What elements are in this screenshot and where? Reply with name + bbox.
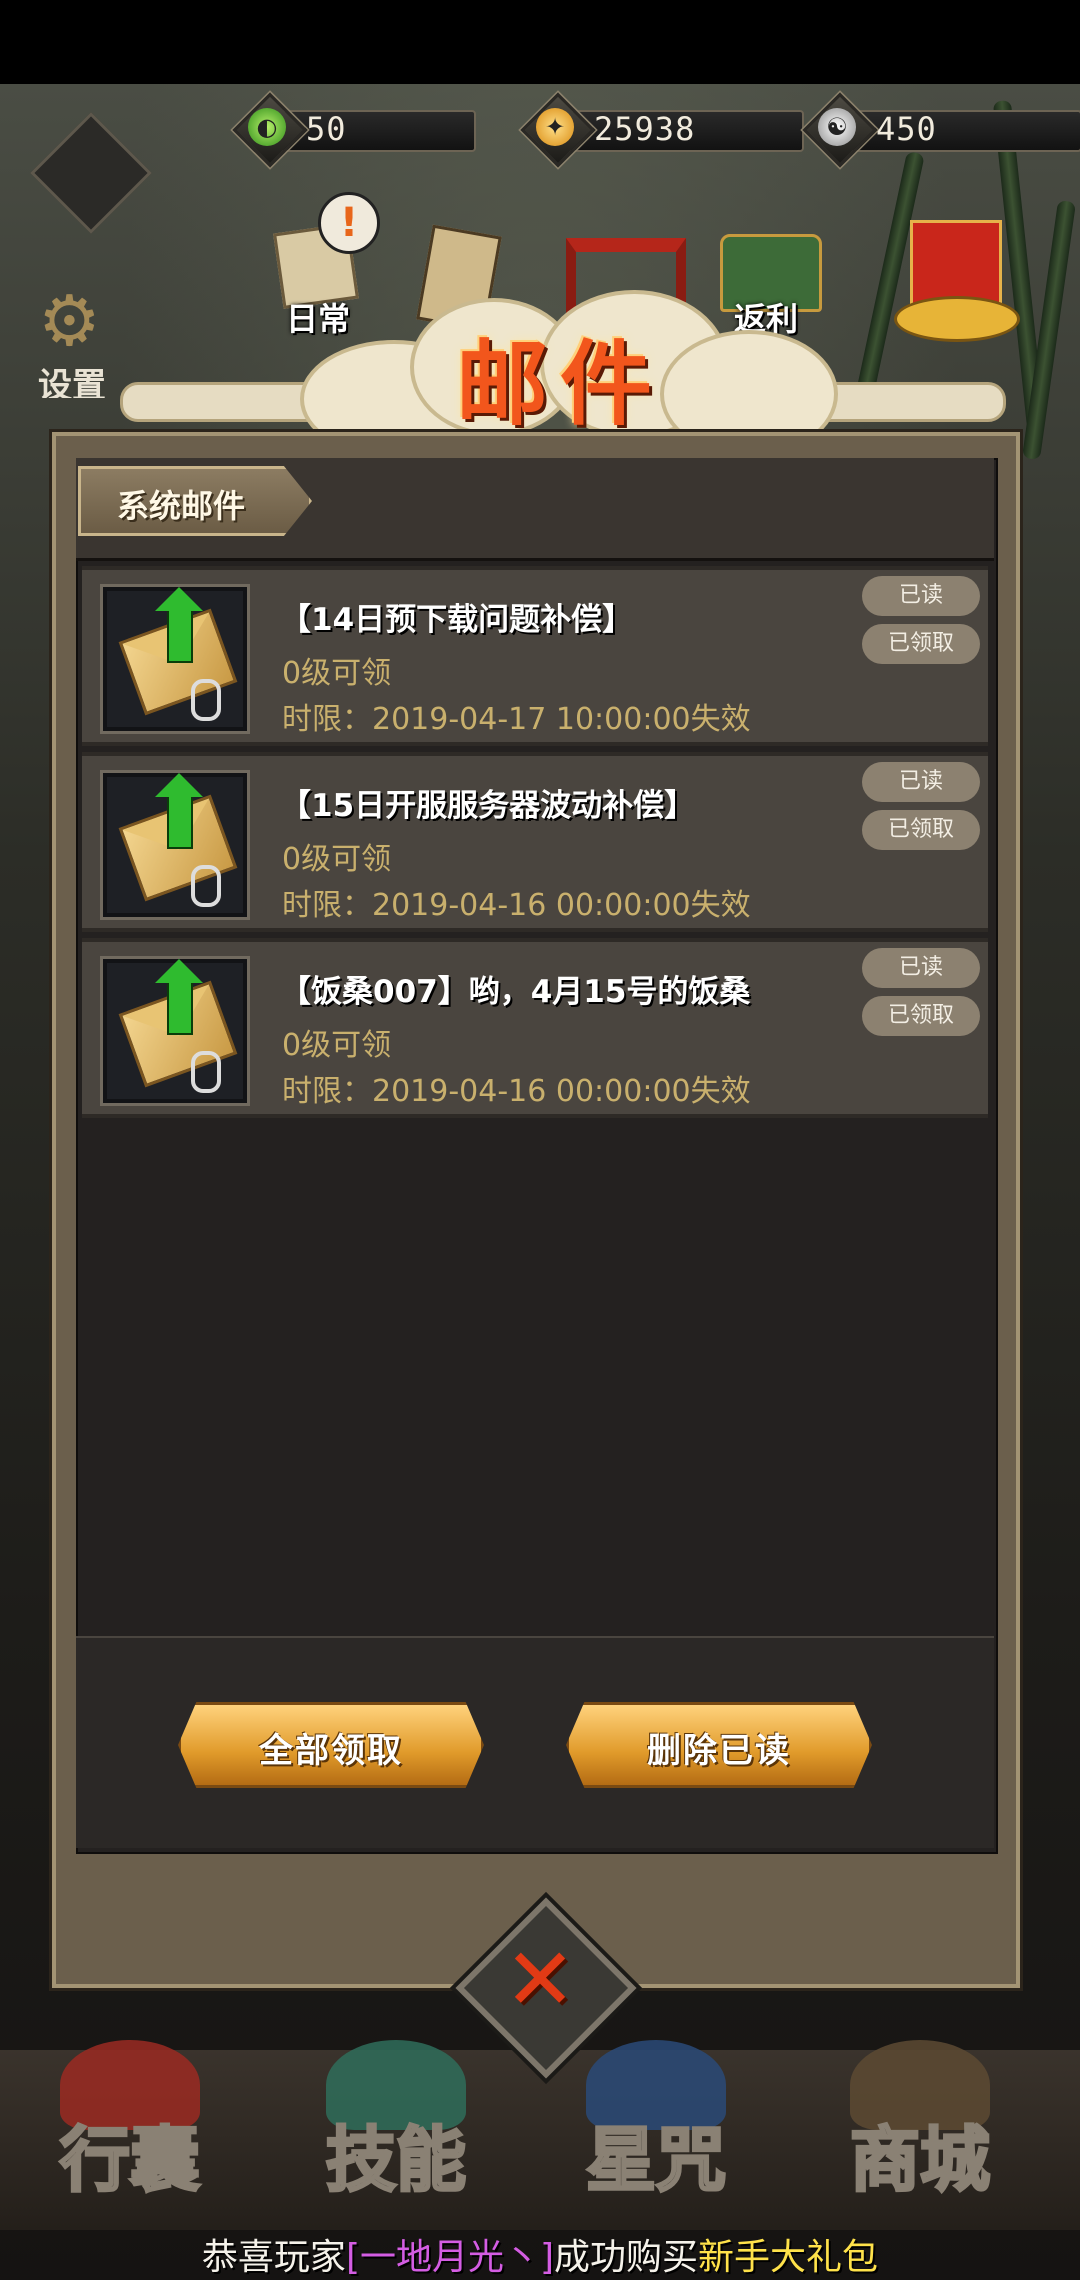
green-arrow-icon [155,959,203,1035]
nav-shop-label: 商城 [849,2117,992,2203]
mail-expiry: 时限：2019-04-16 00:00:00失效 [282,888,751,923]
alert-icon: ! [318,192,380,254]
attachment-icon [191,1051,221,1093]
nav-spells-label: 星咒 [585,2117,728,2203]
resource-jade[interactable]: ◐ 50 [232,92,496,168]
status-bar [0,0,1080,84]
silver-value: 450 [876,110,937,148]
tab-system-mail-label: 系统邮件 [117,487,246,525]
nav-skills[interactable]: 技能 [286,2040,506,2210]
claimed-badge: 已领取 [862,624,980,664]
jade-value: 50 [306,110,347,148]
collapse-menu-button[interactable] [28,112,152,250]
delete-read-label: 删除已读 [647,1731,791,1771]
nav-skills-label: 技能 [325,2117,468,2203]
mail-item[interactable]: 【饭桑007】哟，4月15号的饭桑 0级可领 时限：2019-04-16 00:… [82,938,988,1118]
mail-title: 【饭桑007】哟，4月15号的饭桑 [280,974,751,1010]
green-arrow-icon [155,587,203,663]
gift-box-icon [910,220,1002,306]
green-jade-icon: ◐ [248,108,286,146]
nav-bag[interactable]: 行囊 [20,2040,240,2210]
title-cloud: 邮件 [260,290,860,458]
delete-read-button[interactable]: 删除已读 [566,1702,872,1788]
announcement-ticker: 恭喜玩家[一地月光丶]成功购买新手大礼包 [0,2228,1080,2280]
resource-silver[interactable]: ☯ 450 [802,92,1080,168]
gold-coin-icon: ✦ [536,108,574,146]
close-icon: ✕ [503,1930,577,2030]
attachment-icon [191,865,221,907]
ticker-middle: 成功购买 [554,2237,699,2278]
tab-system-mail[interactable]: 系统邮件 [78,466,312,536]
mail-level: 0级可领 [282,1028,392,1063]
mail-icon-frame [100,956,250,1106]
nav-shop[interactable]: 商城 [810,2040,1030,2210]
mail-item[interactable]: 【14日预下载问题补偿】 0级可领 时限：2019-04-17 10:00:00… [82,566,988,746]
read-badge: 已读 [862,576,980,616]
claim-all-label: 全部领取 [259,1731,403,1771]
gear-icon: ⚙ [38,280,101,362]
mail-icon-frame [100,770,250,920]
mail-icon-frame [100,584,250,734]
settings-button[interactable]: ⚙ 设置 [28,280,128,400]
mail-item[interactable]: 【15日开服服务器波动补偿】 0级可领 时限：2019-04-16 00:00:… [82,752,988,932]
silver-yinyang-icon: ☯ [818,108,856,146]
window-title: 邮件 [455,330,664,438]
mail-expiry: 时限：2019-04-16 00:00:00失效 [282,1074,751,1109]
claim-all-button[interactable]: 全部领取 [178,1702,484,1788]
gift-button[interactable] [890,210,1020,342]
attachment-icon [191,679,221,721]
ticker-player: [一地月光丶] [345,2237,555,2278]
nav-spells[interactable]: 星咒 [546,2040,766,2210]
mail-level: 0级可领 [282,842,392,877]
claimed-badge: 已领取 [862,996,980,1036]
nav-bag-label: 行囊 [59,2117,202,2203]
close-button[interactable]: ✕ [455,1897,637,2079]
mail-title: 【14日预下载问题补偿】 [280,602,634,638]
gold-value: 25938 [594,110,696,148]
mail-level: 0级可领 [282,656,392,691]
claimed-badge: 已领取 [862,810,980,850]
settings-label: 设置 [38,366,106,398]
gold-ingot-icon [894,296,1020,342]
resource-gold[interactable]: ✦ 25938 [520,92,824,168]
mail-title: 【15日开服服务器波动补偿】 [280,788,696,824]
read-badge: 已读 [862,762,980,802]
mail-expiry: 时限：2019-04-17 10:00:00失效 [282,702,751,737]
read-badge: 已读 [862,948,980,988]
green-arrow-icon [155,773,203,849]
ticker-prefix: 恭喜玩家 [201,2237,346,2278]
ticker-item: 新手大礼包 [698,2237,879,2278]
